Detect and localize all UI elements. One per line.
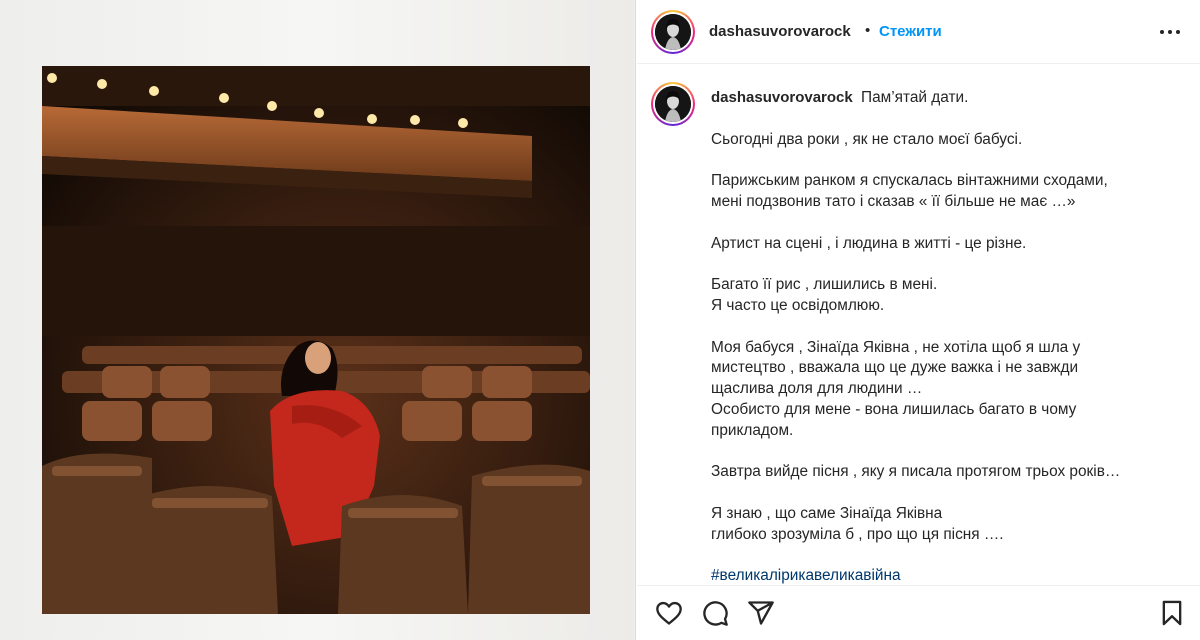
caption-line: мистецтво , вважала що це дуже важка і н… (711, 359, 1079, 377)
share-icon[interactable] (747, 599, 775, 627)
caption-line: щаслива доля для людини … (711, 380, 923, 398)
separator-dot: • (865, 22, 871, 39)
action-bar (637, 585, 1200, 640)
caption-line: прикладом. (711, 421, 794, 439)
caption-area: dashasuvorovarock Пам’ятай дати. Сьогодн… (637, 65, 1200, 585)
caption-line: Особисто для мене - вона лишилась багато… (711, 400, 1077, 418)
heart-icon[interactable] (655, 599, 683, 627)
post-media[interactable] (0, 0, 636, 640)
caption-avatar[interactable] (651, 82, 695, 126)
caption-line: мені подзвонив тато і сказав « її більше… (711, 192, 1076, 210)
caption-first-line: dashasuvorovarock Пам’ятай дати. (711, 88, 1181, 109)
caption-text: dashasuvorovarock Пам’ятай дати. Сьогодн… (711, 88, 1181, 587)
more-horizontal-icon[interactable] (1158, 22, 1182, 42)
caption-line: Сьогодні два роки , як не стало моєї баб… (711, 130, 1023, 148)
bookmark-icon[interactable] (1158, 599, 1186, 627)
caption-avatar-image (655, 86, 691, 122)
post-panel: dashasuvorovarock • Стежити dashasuvorov… (637, 0, 1200, 640)
caption-line: Я знаю , що саме Зінаїда Яківна (711, 504, 943, 522)
avatar-image (655, 14, 691, 50)
caption-line: Багато її рис , лишились в мені. (711, 276, 938, 294)
avatar-border (653, 12, 693, 52)
caption-title: Пам’ятай дати. (861, 89, 969, 106)
caption-line: Артист на сцені , і людина в житті - це … (711, 234, 1027, 252)
comment-icon[interactable] (701, 599, 729, 627)
caption-line: Моя бабуся , Зінаїда Яківна , не хотіла … (711, 338, 1081, 356)
caption-line: Завтра вийде пісня , яку я писала протяг… (711, 463, 1121, 481)
theater-photo-illustration (42, 66, 590, 614)
avatar[interactable] (651, 10, 695, 54)
avatar-portrait-icon (655, 86, 691, 122)
avatar-portrait-icon (655, 14, 691, 50)
caption-username[interactable]: dashasuvorovarock (711, 89, 853, 106)
post-photo[interactable] (42, 66, 590, 614)
caption-line: глибоко зрозуміла б , про що ця пісня …. (711, 525, 1004, 543)
header-username[interactable]: dashasuvorovarock (709, 23, 851, 40)
caption-line: Парижським ранком я спускалась вінтажним… (711, 172, 1108, 190)
caption-line: Я часто це освідомлюю. (711, 296, 885, 314)
follow-button[interactable]: Стежити (879, 23, 942, 40)
caption-avatar-border (653, 84, 693, 124)
post-header: dashasuvorovarock • Стежити (637, 0, 1200, 64)
hashtag-link[interactable]: #великалірикавеликавійна (711, 566, 1181, 587)
